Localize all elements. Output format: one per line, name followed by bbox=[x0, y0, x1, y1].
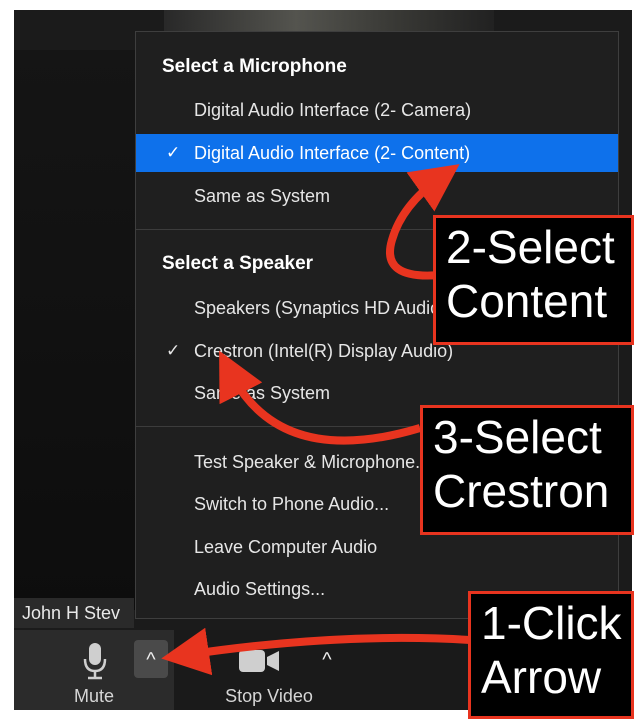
stop-video-label: Stop Video bbox=[225, 686, 313, 706]
mute-button[interactable]: Mute ^ bbox=[14, 630, 174, 710]
video-camera-icon bbox=[239, 650, 279, 672]
mic-section-heading: Select a Microphone bbox=[162, 56, 347, 77]
video-wall bbox=[14, 50, 144, 610]
step3-callout: 3-Select Crestron bbox=[420, 405, 634, 535]
mic-option-content-label: Digital Audio Interface (2- Content) bbox=[194, 143, 471, 163]
checkmark-icon: ✓ bbox=[166, 143, 181, 162]
mic-option-camera[interactable]: Digital Audio Interface (2- Camera) bbox=[136, 91, 618, 129]
step1-callout: 1-Click Arrow bbox=[468, 591, 634, 719]
checkmark-icon: ✓ bbox=[166, 341, 181, 360]
mic-option-same-as-system[interactable]: Same as System bbox=[136, 177, 618, 215]
speaker-section-heading: Select a Speaker bbox=[162, 253, 314, 274]
participant-name: John H Stev bbox=[14, 598, 134, 628]
mute-label: Mute bbox=[73, 686, 115, 706]
mic-option-content[interactable]: ✓ Digital Audio Interface (2- Content) bbox=[136, 134, 618, 172]
audio-options-arrow[interactable]: ^ bbox=[134, 640, 168, 678]
video-options-arrow[interactable]: ^ bbox=[310, 640, 344, 678]
step2-callout: 2-Select Content bbox=[433, 215, 634, 345]
microphone-icon bbox=[83, 643, 107, 680]
speaker-option-crestron-label: Crestron (Intel(R) Display Audio) bbox=[194, 341, 454, 361]
